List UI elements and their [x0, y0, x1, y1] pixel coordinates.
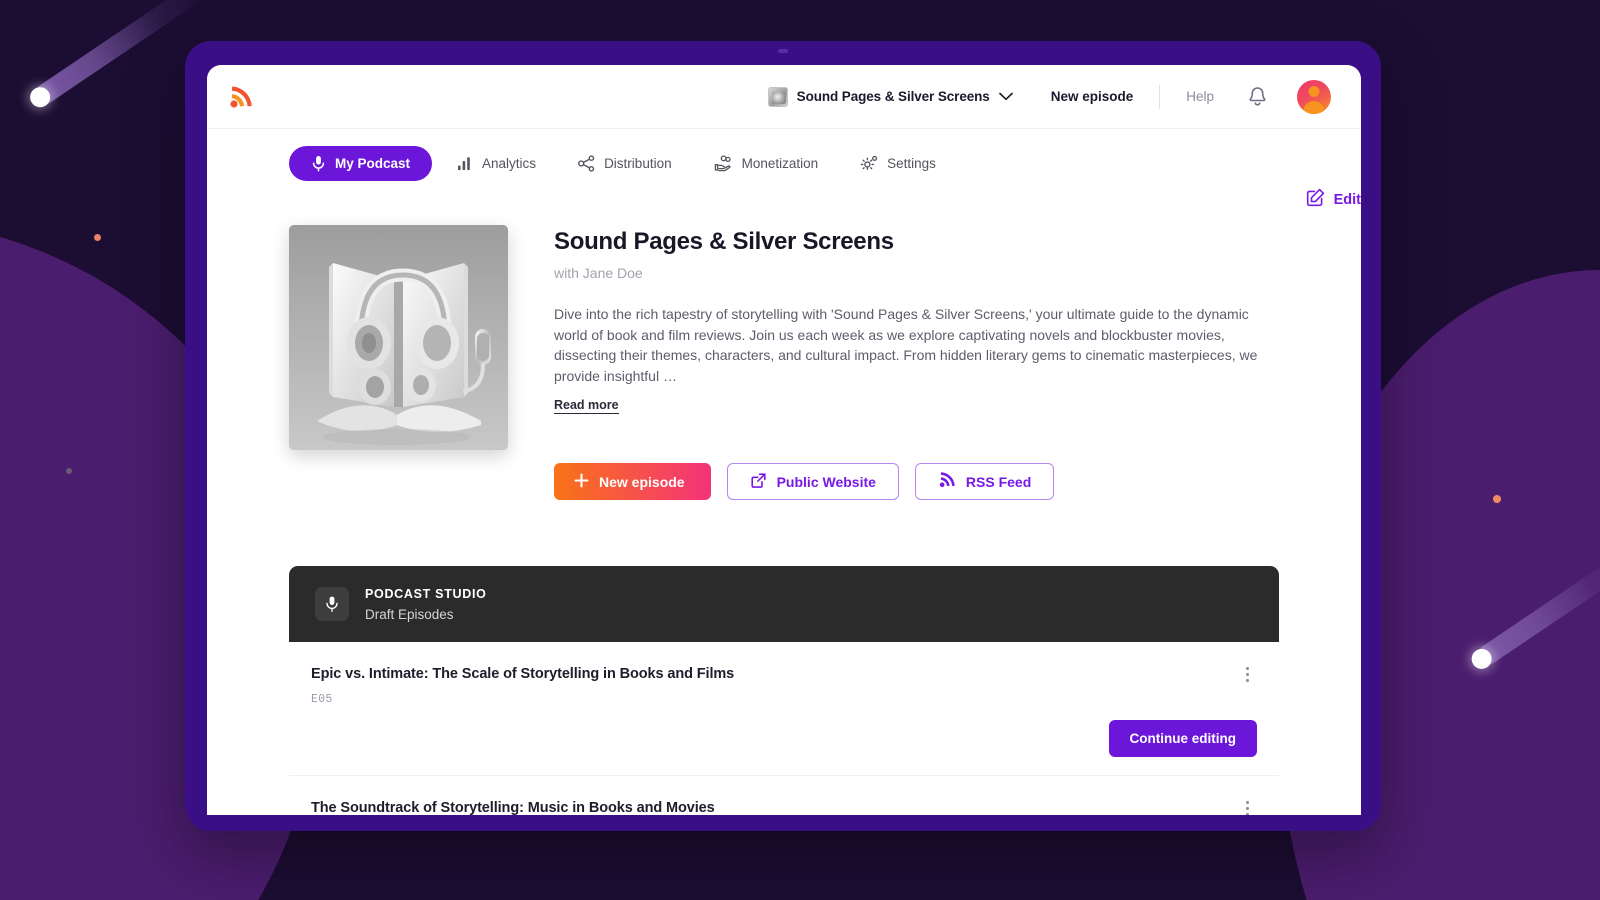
table-row[interactable]: The Soundtrack of Storytelling: Music in… [289, 776, 1279, 815]
studio-subtitle: Draft Episodes [365, 606, 454, 622]
tab-monetization[interactable]: Monetization [697, 146, 836, 181]
button-label: New episode [599, 473, 685, 490]
tab-my-podcast[interactable]: My Podcast [289, 146, 433, 181]
podcast-studio-panel: PODCAST STUDIO Draft Episodes Epic vs. I… [289, 566, 1279, 815]
bell-icon[interactable] [1248, 86, 1267, 107]
rss-feed-button[interactable]: RSS Feed [914, 463, 1055, 500]
app-window: Sound Pages & Silver Screens New episode… [207, 65, 1361, 815]
tab-label: My Podcast [335, 156, 411, 171]
microphone-icon [315, 587, 349, 621]
app-window-frame: Sound Pages & Silver Screens New episode… [185, 41, 1381, 831]
tab-label: Monetization [741, 156, 819, 171]
hand-coins-icon [714, 155, 733, 172]
share-nodes-icon [578, 155, 595, 172]
edit-button[interactable]: Edit [1306, 188, 1361, 211]
table-row[interactable]: Epic vs. Intimate: The Scale of Storytel… [289, 642, 1279, 776]
tab-label: Analytics [482, 156, 537, 171]
edit-label: Edit [1333, 191, 1361, 208]
episode-list: Epic vs. Intimate: The Scale of Storytel… [289, 642, 1279, 815]
new-episode-button[interactable]: New episode [554, 463, 711, 500]
tab-settings[interactable]: Settings [843, 146, 953, 181]
podcast-cover-thumbnail-icon [767, 86, 788, 107]
public-website-button[interactable]: Public Website [726, 463, 899, 500]
frame-notch [778, 49, 788, 53]
dot-gray-left [66, 468, 72, 474]
studio-kicker: PODCAST STUDIO [365, 586, 487, 601]
bar-chart-icon [457, 156, 473, 171]
show-description: Dive into the rich tapestry of storytell… [554, 306, 1258, 384]
tab-label: Distribution [604, 156, 672, 171]
chevron-down-icon [998, 88, 1013, 106]
read-more-link[interactable]: Read more [554, 398, 619, 414]
header-right-group: Sound Pages & Silver Screens New episode… [762, 79, 1331, 114]
tab-label: Settings [887, 156, 936, 171]
plus-icon [574, 473, 589, 491]
dot-orange-left [94, 234, 101, 241]
external-link-icon [750, 472, 767, 492]
episode-title: Epic vs. Intimate: The Scale of Storytel… [311, 666, 735, 682]
podcast-switcher[interactable]: Sound Pages & Silver Screens [762, 83, 1019, 111]
episode-code: E05 [311, 693, 333, 706]
tab-analytics[interactable]: Analytics [440, 147, 553, 180]
header-divider [1159, 84, 1161, 109]
edit-pencil-square-icon [1306, 188, 1325, 211]
show-action-buttons: New episode Public Website RSS Feed [554, 463, 1284, 500]
app-header: Sound Pages & Silver Screens New episode… [207, 65, 1361, 129]
rss-icon[interactable] [227, 83, 255, 111]
podcast-switcher-label: Sound Pages & Silver Screens [796, 89, 990, 104]
episode-title: The Soundtrack of Storytelling: Music in… [311, 800, 715, 815]
help-link[interactable]: Help [1186, 89, 1214, 104]
nav-tabs: My Podcast Analytics Distribution Moneti… [207, 129, 1361, 181]
new-episode-header-link[interactable]: New episode [1051, 89, 1134, 104]
kebab-menu-icon[interactable] [1237, 798, 1257, 815]
studio-header-text: PODCAST STUDIO Draft Episodes [365, 587, 487, 622]
dot-orange-right [1493, 495, 1501, 503]
rss-icon [938, 471, 956, 492]
cover-art-illustration [289, 225, 508, 450]
kebab-menu-icon[interactable] [1237, 664, 1257, 684]
microphone-icon [311, 155, 326, 172]
studio-header: PODCAST STUDIO Draft Episodes [289, 566, 1279, 642]
page-title: Sound Pages & Silver Screens [554, 228, 894, 255]
show-info-section: Sound Pages & Silver Screens with Jane D… [207, 181, 1361, 500]
show-author: with Jane Doe [554, 265, 643, 281]
continue-editing-button[interactable]: Continue editing [1108, 720, 1257, 757]
gear-icon [860, 155, 878, 172]
button-label: Public Website [776, 473, 876, 490]
show-text-block: Sound Pages & Silver Screens with Jane D… [554, 225, 1284, 500]
comet-tail [30, 0, 208, 109]
avatar[interactable] [1297, 79, 1331, 114]
cover-art[interactable] [289, 225, 508, 450]
button-label: RSS Feed [965, 473, 1032, 490]
tab-distribution[interactable]: Distribution [561, 146, 689, 181]
